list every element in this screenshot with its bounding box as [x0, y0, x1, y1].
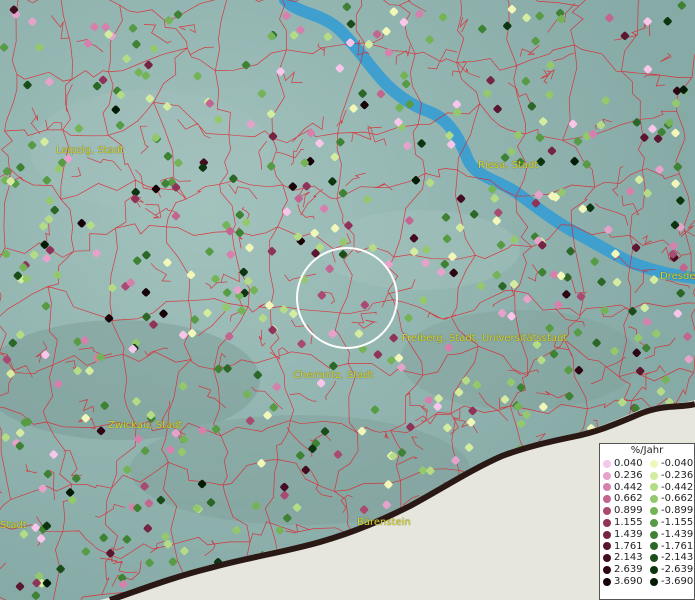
legend-entry-positive: 0.442: [600, 482, 647, 494]
legend-swatch: [603, 459, 611, 468]
legend-value: -2.639: [661, 564, 694, 576]
legend-swatch: [650, 483, 658, 492]
legend-value: 1.761: [614, 540, 643, 552]
legend-value: -1.439: [661, 528, 694, 540]
legend-swatch: [650, 495, 658, 504]
legend-value: 2.639: [614, 564, 643, 576]
legend-entry-positive: 2.639: [600, 564, 647, 576]
legend-swatch: [603, 554, 611, 563]
legend-swatch: [603, 542, 611, 551]
legend-swatch: [650, 518, 658, 527]
legend-value: 0.442: [614, 481, 643, 493]
legend-row: 1.761 -1.761: [600, 541, 694, 553]
legend-swatch: [603, 471, 611, 480]
city-label-dresden: Dresden: [660, 271, 695, 282]
legend-value: -0.662: [661, 493, 694, 505]
legend-rows: 0.040 -0.040 0.236 -0.236 0.442 -0.442 0.662 -0…: [600, 458, 694, 588]
legend-swatch: [650, 459, 658, 468]
legend-entry-negative: -1.439: [647, 529, 694, 541]
city-label-leipzig: Leipzig, Stadt: [56, 145, 125, 156]
legend-value: -2.143: [661, 552, 694, 564]
legend-entry-positive: 1.155: [600, 517, 647, 529]
legend-row: 2.639 -2.639: [600, 564, 694, 576]
legend-entry-positive: 0.899: [600, 505, 647, 517]
legend-value: -0.442: [661, 481, 694, 493]
legend-entry-negative: -2.639: [647, 564, 694, 576]
legend-entry-negative: -0.442: [647, 482, 694, 494]
legend-value: 1.439: [614, 528, 643, 540]
legend-value: 0.662: [614, 493, 643, 505]
legend-value: 3.690: [614, 575, 643, 587]
legend-value: 0.040: [614, 458, 643, 469]
legend-entry-negative: -0.899: [647, 505, 694, 517]
city-label-riesa: Riesa, Stadt: [478, 160, 539, 171]
legend-entry-negative: -1.761: [647, 541, 694, 553]
legend-entry-positive: 1.761: [600, 541, 647, 553]
legend-row: 2.143 -2.143: [600, 552, 694, 564]
legend-value: 0.899: [614, 505, 643, 517]
city-label-baerenstein: Bärenstein: [357, 517, 411, 528]
legend-row: 0.040 -0.040: [600, 458, 694, 470]
legend-entry-negative: -3.690: [647, 576, 694, 588]
legend-row: 1.155 -1.155: [600, 517, 694, 529]
city-label-zwickau: Zwickau, Stadt: [108, 420, 183, 431]
city-label-chemnitz: Chemnitz, Stadt: [293, 370, 374, 381]
legend-entry-positive: 1.439: [600, 529, 647, 541]
city-label-freiberg: Freiberg, Stadt, Universitätsstadt: [402, 333, 568, 344]
legend-value: -3.690: [661, 575, 694, 587]
legend-swatch: [650, 471, 658, 480]
legend-swatch: [650, 566, 658, 575]
legend-entry-negative: -1.155: [647, 517, 694, 529]
legend-value: 0.236: [614, 469, 643, 481]
legend-entry-positive: 3.690: [600, 576, 647, 588]
legend-value: -0.236: [661, 469, 694, 481]
map-canvas[interactable]: [0, 0, 695, 600]
legend-value: 2.143: [614, 552, 643, 564]
legend-swatch: [603, 495, 611, 504]
legend-swatch: [603, 530, 611, 539]
legend-row: 0.236 -0.236: [600, 470, 694, 482]
legend-entry-negative: -0.236: [647, 470, 694, 482]
legend-swatch: [603, 483, 611, 492]
legend-entry-negative: -0.040: [647, 458, 694, 470]
legend-entry-negative: -2.143: [647, 552, 694, 564]
legend-entry-positive: 2.143: [600, 552, 647, 564]
legend-value: -0.899: [661, 505, 694, 517]
legend-entry-positive: 0.040: [600, 458, 647, 470]
legend-entry-positive: 0.236: [600, 470, 647, 482]
legend-swatch: [603, 518, 611, 527]
legend-value: -1.761: [661, 540, 694, 552]
legend-swatch: [603, 566, 611, 575]
legend-swatch: [603, 577, 611, 586]
legend-value: 1.155: [614, 516, 643, 528]
legend-swatch: [650, 530, 658, 539]
legend-entry-positive: 0.662: [600, 493, 647, 505]
legend-row: 3.690 -3.690: [600, 576, 694, 588]
legend-row: 0.899 -0.899: [600, 505, 694, 517]
legend-swatch: [650, 542, 658, 551]
legend-value: -1.155: [661, 516, 694, 528]
legend-swatch: [650, 554, 658, 563]
legend-row: 0.662 -0.662: [600, 493, 694, 505]
map-view[interactable]: Leipzig, Stadt Riesa, Stadt Dresden Frei…: [0, 0, 695, 600]
legend-swatch: [603, 507, 611, 516]
legend: %/Jahr 0.040 -0.040 0.236 -0.236 0.442 -0.442…: [599, 443, 695, 600]
city-label-plauen-partial: Stadt: [0, 520, 27, 531]
legend-row: 1.439 -1.439: [600, 529, 694, 541]
legend-title: %/Jahr: [630, 445, 664, 456]
legend-row: 0.442 -0.442: [600, 482, 694, 494]
legend-entry-negative: -0.662: [647, 493, 694, 505]
legend-swatch: [650, 507, 658, 516]
legend-swatch: [650, 577, 658, 586]
legend-value: -0.040: [661, 458, 694, 469]
